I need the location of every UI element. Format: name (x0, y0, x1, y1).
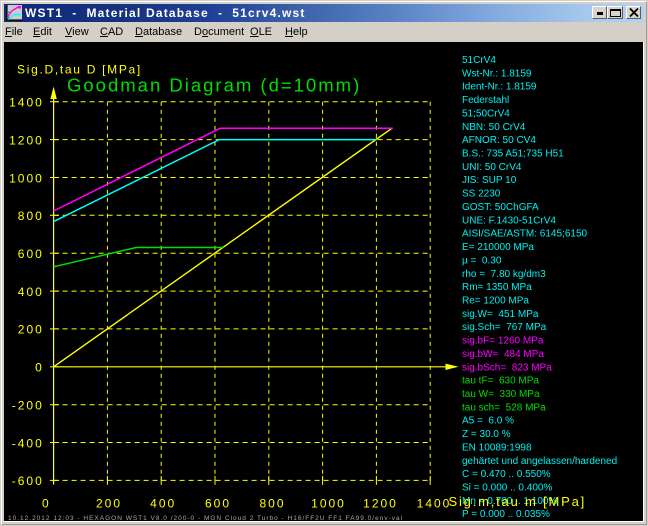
svg-text:µ = 0.30: µ = 0.30 (462, 255, 502, 266)
svg-text:Goodman Diagram (d=10mm): Goodman Diagram (d=10mm) (67, 75, 361, 96)
svg-text:800: 800 (18, 209, 44, 223)
svg-text:sig.W= 451 MPa: sig.W= 451 MPa (462, 309, 539, 320)
svg-text:E= 210000 MPa: E= 210000 MPa (462, 242, 534, 253)
svg-text:600: 600 (18, 247, 44, 261)
svg-text:UNE: F.1430-51CrV4: UNE: F.1430-51CrV4 (462, 215, 556, 226)
svg-text:200: 200 (96, 497, 122, 511)
svg-text:gehärtet und angelassen/harden: gehärtet und angelassen/hardened (462, 456, 617, 467)
svg-text:sig.bSch= 823 MPa: sig.bSch= 823 MPa (462, 362, 552, 373)
svg-text:Z = 30.0 %: Z = 30.0 % (462, 429, 511, 440)
svg-text:Rm= 1350 MPa: Rm= 1350 MPa (462, 282, 532, 293)
svg-text:400: 400 (18, 285, 44, 299)
svg-text:UNI: 50 CrV4: UNI: 50 CrV4 (462, 162, 522, 173)
svg-text:sig.bW= 484 MPa: sig.bW= 484 MPa (462, 349, 544, 360)
svg-text:Wst-Nr.: 1.8159: Wst-Nr.: 1.8159 (462, 68, 532, 79)
svg-text:A5 = 6.0 %: A5 = 6.0 % (462, 416, 514, 427)
svg-text:AFNOR: 50 CV4: AFNOR: 50 CV4 (462, 135, 536, 146)
svg-text:Sig.m,tau m [MPa]: Sig.m,tau m [MPa] (449, 494, 587, 509)
svg-text:sig.bF= 1260 MPa: sig.bF= 1260 MPa (462, 336, 544, 347)
svg-text:0: 0 (42, 497, 51, 511)
svg-text:-200: -200 (12, 399, 44, 413)
svg-text:JIS: SUP 10: JIS: SUP 10 (462, 175, 517, 186)
svg-text:P = 0.000 .. 0.035%: P = 0.000 .. 0.035% (462, 509, 550, 520)
svg-text:600: 600 (205, 497, 231, 511)
svg-text:B.S.: 735 A51;735 H51: B.S.: 735 A51;735 H51 (462, 149, 564, 160)
svg-text:1200: 1200 (363, 497, 398, 511)
svg-text:400: 400 (150, 497, 176, 511)
svg-text:0: 0 (35, 361, 44, 375)
svg-text:1400: 1400 (9, 96, 44, 110)
svg-text:Re= 1200 MPa: Re= 1200 MPa (462, 296, 529, 307)
svg-text:EN 10089:1998: EN 10089:1998 (462, 442, 532, 453)
svg-text:-600: -600 (12, 474, 44, 488)
svg-text:tau sch= 528 MPa: tau sch= 528 MPa (462, 402, 546, 413)
svg-text:rho = 7.80 kg/dm3: rho = 7.80 kg/dm3 (462, 269, 546, 280)
svg-text:AISI/SAE/ASTM: 6145;6150: AISI/SAE/ASTM: 6145;6150 (462, 229, 588, 240)
svg-text:1000: 1000 (9, 171, 44, 185)
svg-text:sig.Sch= 767 MPa: sig.Sch= 767 MPa (462, 322, 547, 333)
svg-text:Federstahl: Federstahl (462, 95, 509, 106)
svg-text:10.12.2012 12:03 - HEXAGON WST: 10.12.2012 12:03 - HEXAGON WST1 V8.0 /20… (8, 515, 403, 521)
svg-text:SS 2230: SS 2230 (462, 189, 501, 200)
svg-text:-400: -400 (12, 436, 44, 450)
svg-text:200: 200 (18, 323, 44, 337)
svg-text:tau tF= 630 MPa: tau tF= 630 MPa (462, 376, 539, 387)
svg-text:800: 800 (259, 497, 285, 511)
svg-text:1400: 1400 (417, 497, 452, 511)
svg-text:1200: 1200 (9, 133, 44, 147)
svg-text:Si = 0.000 .. 0.400%: Si = 0.000 .. 0.400% (462, 483, 552, 494)
svg-text:tau W= 330 MPa: tau W= 330 MPa (462, 389, 540, 400)
svg-text:Ident-Nr.: 1.8159: Ident-Nr.: 1.8159 (462, 82, 537, 93)
svg-text:NBN: 50 CrV4: NBN: 50 CrV4 (462, 122, 526, 133)
svg-text:C = 0.470 .. 0.550%: C = 0.470 .. 0.550% (462, 469, 551, 480)
svg-text:51CrV4: 51CrV4 (462, 55, 496, 66)
svg-text:51;50CrV4: 51;50CrV4 (462, 108, 510, 119)
svg-text:1000: 1000 (311, 497, 346, 511)
svg-text:GOST: 50ChGFA: GOST: 50ChGFA (462, 202, 539, 213)
